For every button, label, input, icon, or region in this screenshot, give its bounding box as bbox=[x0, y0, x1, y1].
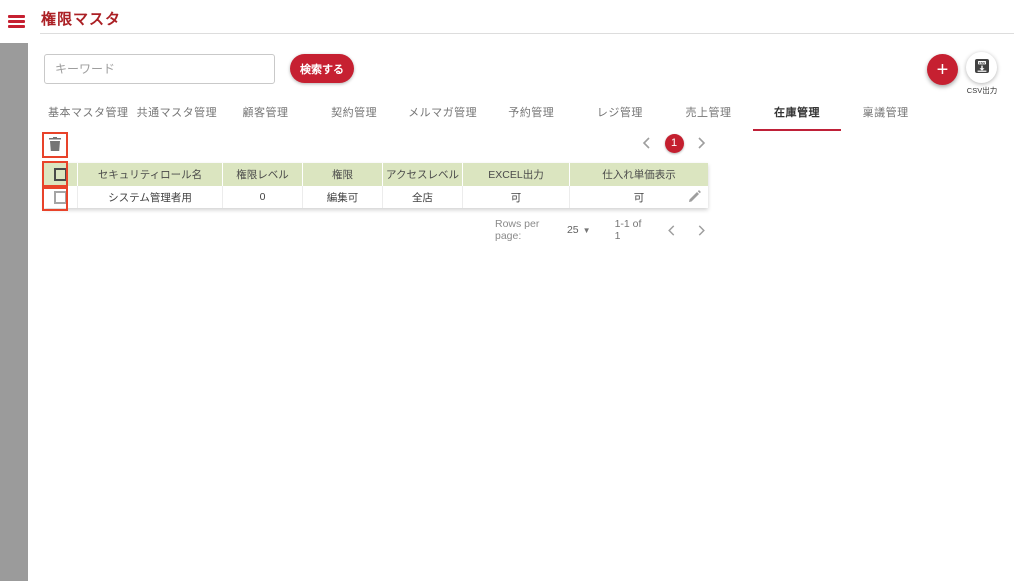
keyword-input[interactable] bbox=[44, 54, 275, 84]
header-level: 権限レベル bbox=[223, 163, 303, 186]
tab-register[interactable]: レジ管理 bbox=[576, 100, 665, 131]
category-tabbar: 基本マスタ管理 共通マスタ管理 顧客管理 契約管理 メルマガ管理 予約管理 レジ… bbox=[44, 100, 930, 131]
csv-file-icon: CSV bbox=[974, 58, 990, 77]
cell-role-name: システム管理者用 bbox=[78, 186, 223, 208]
rows-per-page-value[interactable]: 25 bbox=[567, 224, 579, 236]
page-next-button[interactable] bbox=[696, 135, 708, 151]
row-select-cell bbox=[44, 186, 78, 208]
edit-pencil-icon[interactable] bbox=[688, 190, 701, 206]
tab-inventory[interactable]: 在庫管理 bbox=[753, 100, 842, 131]
table-row: システム管理者用 0 編集可 全店 可 可 bbox=[44, 186, 708, 208]
header-access: アクセスレベル bbox=[383, 163, 463, 186]
page-number-badge[interactable]: 1 bbox=[665, 134, 684, 153]
header-excel: EXCEL出力 bbox=[463, 163, 570, 186]
title-divider bbox=[40, 33, 1014, 34]
table-pagination-top: 1 bbox=[640, 132, 708, 154]
row-range-label: 1-1 of 1 bbox=[615, 218, 646, 242]
header-permission: 権限 bbox=[303, 163, 383, 186]
header-select-cell bbox=[44, 163, 78, 186]
cell-access: 全店 bbox=[383, 186, 463, 208]
cell-permission: 編集可 bbox=[303, 186, 383, 208]
tab-contract[interactable]: 契約管理 bbox=[310, 100, 399, 131]
menu-icon[interactable] bbox=[8, 15, 25, 28]
table-header-row: セキュリティロール名 権限レベル 権限 アクセスレベル EXCEL出力 仕入れ単… bbox=[44, 163, 708, 186]
tab-ringi[interactable]: 稟議管理 bbox=[841, 100, 930, 131]
rows-prev-button[interactable] bbox=[665, 223, 677, 238]
svg-text:CSV: CSV bbox=[978, 61, 985, 65]
tab-basic-master[interactable]: 基本マスタ管理 bbox=[44, 100, 133, 131]
rows-per-page-caret-icon[interactable]: ▼ bbox=[583, 226, 591, 235]
tab-common-master[interactable]: 共通マスタ管理 bbox=[133, 100, 222, 131]
row-checkbox[interactable] bbox=[54, 191, 67, 204]
header-unit-price: 仕入れ単価表示 bbox=[570, 163, 708, 186]
delete-button[interactable] bbox=[46, 136, 64, 154]
rows-per-page-label: Rows per page: bbox=[495, 218, 560, 242]
add-button[interactable]: + bbox=[927, 54, 958, 85]
header-role-name: セキュリティロール名 bbox=[78, 163, 223, 186]
page-title: 権限マスタ bbox=[41, 8, 121, 29]
collapsed-sidebar bbox=[0, 43, 28, 581]
trash-icon bbox=[48, 140, 62, 155]
csv-export-label: CSV出力 bbox=[958, 85, 1006, 96]
search-button[interactable]: 検索する bbox=[290, 54, 354, 83]
cell-excel: 可 bbox=[463, 186, 570, 208]
rows-next-button[interactable] bbox=[696, 223, 708, 238]
select-all-checkbox[interactable] bbox=[54, 168, 67, 181]
page-prev-button[interactable] bbox=[640, 135, 652, 151]
app-window: 権限マスタ 検索する + CSV CSV出力 基本マスタ管理 共通マスタ管理 顧… bbox=[0, 0, 1024, 581]
tab-sales[interactable]: 売上管理 bbox=[664, 100, 753, 131]
tab-reservation[interactable]: 予約管理 bbox=[487, 100, 576, 131]
tab-customer[interactable]: 顧客管理 bbox=[221, 100, 310, 131]
plus-icon: + bbox=[937, 59, 949, 81]
roles-table: セキュリティロール名 権限レベル 権限 アクセスレベル EXCEL出力 仕入れ単… bbox=[44, 163, 708, 208]
tab-mailmag[interactable]: メルマガ管理 bbox=[398, 100, 487, 131]
table-pagination-bottom: Rows per page: 25 ▼ 1-1 of 1 bbox=[495, 218, 708, 242]
cell-unit-price: 可 bbox=[570, 186, 708, 208]
cell-level: 0 bbox=[223, 186, 303, 208]
csv-export-button[interactable]: CSV bbox=[966, 52, 997, 83]
